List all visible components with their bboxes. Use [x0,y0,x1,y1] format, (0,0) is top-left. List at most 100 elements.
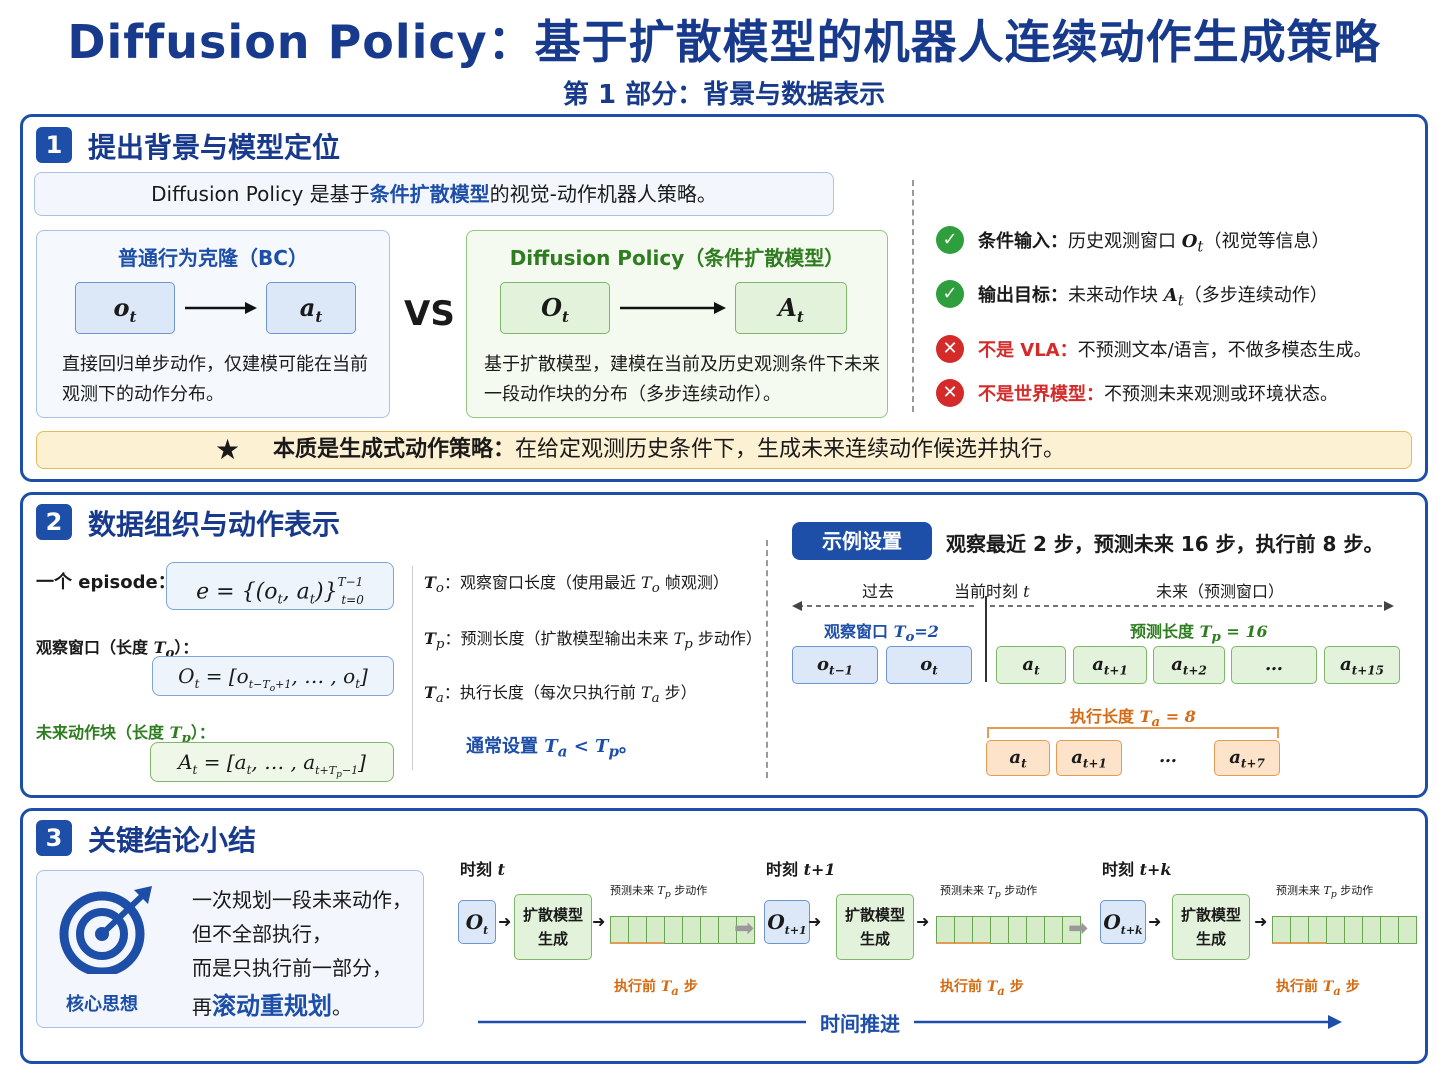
point-not-world-model: 不是世界模型：不预测未来观测或环境状态。 [978,384,1338,405]
bc-description: 直接回归单步动作，仅建模可能在当前观测下的动作分布。 [62,354,368,405]
dp-output-cell: At [735,282,847,334]
pred-caption: 预测未来 Tp 步动作 [1276,884,1374,901]
essence-bar: ★ 本质是生成式动作策略：在给定观测历史条件下，生成未来连续动作候选并执行。 [36,431,1412,469]
dp-description: 基于扩散模型，建模在当前及历史观测条件下未来一段动作块的分布（多步连续动作）。 [484,354,880,405]
core-idea-label: 核心思想 [66,994,138,1015]
section-3-heading: 关键结论小结 [88,824,257,857]
pred-cell: at+2 [1153,646,1225,684]
section-2-right-divider [766,540,768,778]
diffusion-model-box: 扩散模型 生成 [1172,894,1250,960]
action-step-cell [1044,916,1063,944]
section-2-heading: 数据组织与动作表示 [88,508,341,541]
action-sequence [936,916,1081,948]
cross-icon: ✕ [936,379,964,407]
action-step-cell [1008,916,1027,944]
action-step-cell [646,916,665,944]
point-not-vla: 不是 VLA：不预测文本/语言，不做多模态生成。 [978,340,1372,361]
core-line-3: 而是只执行前一部分， [192,956,392,980]
intro-box: Diffusion Policy 是基于条件扩散模型的视觉-动作机器人策略。 [34,172,834,216]
pred-caption: 预测未来 Tp 步动作 [610,884,708,901]
usual-setting: 通常设置 Ta < Tp。 [466,736,637,761]
arrow-icon: ➜ [1254,912,1268,931]
exec-cell: at+1 [1056,740,1122,776]
step-obs-cell: Ot+k [1100,900,1146,944]
section-1-heading: 提出背景与模型定位 [88,131,341,164]
step-time-label: 时刻 t [460,860,505,879]
time-advance-label: 时间推进 [820,1012,900,1036]
page-subtitle: 第 1 部分：背景与数据表示 [562,80,886,110]
dp-arrow-icon [620,302,726,314]
def-tp: Tp：预测长度（扩散模型输出未来 Tp 步动作） [424,629,762,653]
pred-cell: … [1231,646,1317,684]
action-step-cell [1344,916,1363,944]
episode-formula: e = {(ot, at)}T−1t=0 [166,562,394,610]
pred-caption: 预测未来 Tp 步动作 [940,884,1038,901]
bc-title: 普通行为克隆（BC） [118,246,308,270]
obs-cell: ot−1 [792,646,878,684]
episode-label: 一个 episode： [36,572,176,593]
intro-pre: Diffusion Policy 是基于 [151,182,370,206]
pred-cell: at+15 [1324,646,1400,684]
action-step-cell [610,916,629,944]
core-line-4: 再滚动重规划。 [192,992,352,1020]
action-step-cell [972,916,991,944]
core-line-1: 一次规划一段未来动作， [192,888,412,912]
action-step-cell [990,916,1009,944]
action-step-cell [1362,916,1381,944]
arrow-icon: ➜ [808,912,822,931]
core-line-2: 但不全部执行， [192,922,332,946]
future-chunk-formula: At = [at, … , at+Tp−1] [150,742,394,782]
exec-bracket [987,727,1279,738]
essence-label: 本质是生成式动作策略： [273,437,516,462]
arrow-icon: ➜ [592,912,606,931]
pred-length-label: 预测长度 Tp = 16 [1130,622,1268,646]
example-text: 观察最近 2 步，预测未来 16 步，执行前 8 步。 [946,532,1384,556]
exec-cell: at [986,740,1050,776]
section-1-number: 1 [36,127,72,163]
obs-window-example-label: 观察窗口 To=2 [824,622,939,646]
section-2-left-divider [412,566,413,770]
section-3-number: 3 [36,820,72,856]
target-icon [59,886,152,974]
action-step-cell [664,916,683,944]
obs-cell: ot [886,646,972,684]
bc-arrow-icon [185,302,257,314]
action-step-cell [1290,916,1309,944]
def-ta: Ta：执行长度（每次只执行前 Ta 步） [424,683,697,707]
action-sequence [1272,916,1417,948]
dp-title: Diffusion Policy（条件扩散模型） [509,246,845,270]
action-step-cell [1272,916,1291,944]
section-1-divider [912,180,914,412]
action-step-cell [936,916,955,944]
pred-cell: at+1 [1073,646,1147,684]
diffusion-model-box: 扩散模型 生成 [514,894,592,960]
arrow-icon: ➜ [916,912,930,931]
action-sequence [610,916,755,948]
exec-cell: … [1128,740,1208,776]
point-condition-input: 条件输入：历史观测窗口 Ot（视觉等信息） [978,231,1330,256]
arrow-icon: ➜ [498,912,512,931]
action-step-cell [700,916,719,944]
section-2-number: 2 [36,504,72,540]
action-step-cell [1380,916,1399,944]
action-step-cell [954,916,973,944]
example-badge: 示例设置 [792,522,932,560]
time-arrow-icon [478,1015,1342,1029]
action-step-cell [1308,916,1327,944]
action-step-cell [628,916,647,944]
exec-cell: at+7 [1214,740,1280,776]
exec-caption: 执行前 Ta 步 [940,979,1024,998]
dp-input-cell: Ot [500,282,610,334]
action-step-cell [682,916,701,944]
check-icon: ✓ [936,280,964,308]
next-step-arrow-icon: ➡ [734,914,755,942]
vs-label: VS [404,294,455,334]
def-to: To：观察窗口长度（使用最近 To 帧观测） [424,573,729,597]
exec-caption: 执行前 Ta 步 [614,979,698,998]
point-output-target: 输出目标：未来动作块 At（多步连续动作） [978,285,1328,310]
arrow-icon: ➜ [1148,912,1162,931]
page-title: Diffusion Policy：基于扩散模型的机器人连续动作生成策略 [67,15,1381,69]
exec-caption: 执行前 Ta 步 [1276,979,1360,998]
cross-icon: ✕ [936,335,964,363]
action-step-cell [1326,916,1345,944]
